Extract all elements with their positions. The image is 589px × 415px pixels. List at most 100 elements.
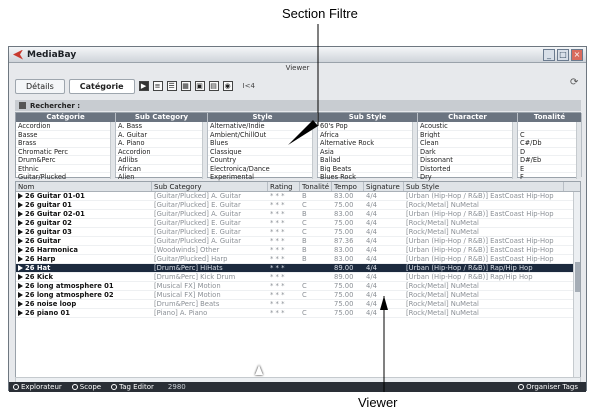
table-row[interactable]: 26 long atmosphere 02 [Musical FX] Motion… <box>16 291 580 300</box>
filter-column-scrollbar[interactable] <box>576 122 581 179</box>
scroll-thumb[interactable] <box>575 262 580 292</box>
filter-column-scrollbar[interactable] <box>312 122 317 179</box>
expand-triangle-icon[interactable] <box>18 301 23 307</box>
scope-label[interactable]: Scope <box>80 383 101 391</box>
filter-column-scrollbar[interactable] <box>512 122 517 179</box>
filter-item[interactable]: Alternative Rock <box>318 139 417 148</box>
minimize-button[interactable]: _ <box>543 49 555 61</box>
col-rating[interactable]: Rating <box>268 182 300 191</box>
filter-item[interactable]: A. Piano <box>116 139 207 148</box>
filter-item[interactable]: Blues <box>208 139 317 148</box>
filter-item[interactable]: Brass <box>16 139 115 148</box>
filter-column-scrollbar[interactable] <box>202 122 207 179</box>
filter-item[interactable]: 60's Pop <box>318 122 417 131</box>
vertical-scrollbar[interactable] <box>573 192 580 377</box>
filter-item[interactable]: A. Bass <box>116 122 207 131</box>
organize-label[interactable]: Organiser Tags <box>526 383 578 391</box>
table-row[interactable]: 26 Kick [Drum&Perc] Kick Drum * * * 89.00 4/… <box>16 273 580 282</box>
organize-tags-toggle[interactable]: Organiser Tags <box>514 382 578 392</box>
expand-triangle-icon[interactable] <box>18 265 23 271</box>
filter-item[interactable]: Dark <box>418 148 517 156</box>
search-bar[interactable]: Rechercher : <box>15 100 581 111</box>
expand-triangle-icon[interactable] <box>18 193 23 199</box>
table-row[interactable]: 26 Guitar 02-01 [Guitar/Plucked] A. Guita… <box>16 210 580 219</box>
expand-triangle-icon[interactable] <box>18 256 23 262</box>
filter-column-scrollbar[interactable] <box>110 122 115 179</box>
table-row[interactable]: 26 guitar 03 [Guitar/Plucked] E. Guitar * … <box>16 228 580 237</box>
expand-triangle-icon[interactable] <box>18 247 23 253</box>
expand-triangle-icon[interactable] <box>18 229 23 235</box>
expand-triangle-icon[interactable] <box>18 238 23 244</box>
filter-item[interactable] <box>518 122 581 131</box>
table-row[interactable]: 26 noise loop [Drum&Perc] Beats * * * 75.00… <box>16 300 580 309</box>
filter-item[interactable]: C#/Db <box>518 139 581 148</box>
filter-item[interactable]: African <box>116 165 207 173</box>
col-tonalite[interactable]: Tonalité <box>300 182 332 191</box>
col-tempo[interactable]: Tempo <box>332 182 364 191</box>
scope-radio[interactable] <box>71 384 78 390</box>
filter-column-header[interactable]: Style <box>208 113 317 122</box>
table-row[interactable]: 26 guitar 02 [Guitar/Plucked] E. Guitar * … <box>16 219 580 228</box>
expand-triangle-icon[interactable] <box>18 220 23 226</box>
filter-column-header[interactable]: Catégorie <box>16 113 115 122</box>
grid-icon[interactable]: ▦ <box>180 81 191 91</box>
tab-details[interactable]: Détails <box>15 78 65 94</box>
expand-triangle-icon[interactable] <box>18 202 23 208</box>
col-nom[interactable]: Nom <box>16 182 152 191</box>
col-sub-category[interactable]: Sub Category <box>152 182 268 191</box>
filter-item[interactable]: D#/Eb <box>518 156 581 165</box>
filter-item[interactable]: C <box>518 131 581 139</box>
table-row[interactable]: 26 piano 01 [Piano] A. Piano * * * C 75.00 4/… <box>16 309 580 318</box>
explorer-label[interactable]: Explorateur <box>21 383 62 391</box>
filter-item[interactable]: Ambient/ChillOut <box>208 131 317 139</box>
filter-item[interactable]: Distorted <box>418 165 517 173</box>
filter-item[interactable]: Basse <box>16 131 115 139</box>
filter-item[interactable]: A. Guitar <box>116 131 207 139</box>
col-signature[interactable]: Signature <box>364 182 404 191</box>
filter-item[interactable]: E <box>518 165 581 173</box>
filter-item[interactable]: Clean <box>418 139 517 148</box>
play-icon[interactable]: ▶ <box>138 81 149 91</box>
filter-item[interactable]: Classique <box>208 148 317 156</box>
filter-column-scrollbar[interactable] <box>412 122 417 179</box>
filter-icon[interactable]: ≡ <box>152 81 163 91</box>
expand-triangle-icon[interactable] <box>18 292 23 298</box>
table-row[interactable]: 26 Guitar [Guitar/Plucked] A. Guitar * * *… <box>16 237 580 246</box>
filter-item[interactable]: Alternative/Indie <box>208 122 317 131</box>
close-button[interactable]: × <box>571 49 583 61</box>
filter-item[interactable]: Acoustic <box>418 122 517 131</box>
filter-item[interactable]: Accordion <box>16 122 115 131</box>
tag-editor-label[interactable]: Tag Editor <box>119 383 154 391</box>
list-icon[interactable]: ☰ <box>166 81 177 91</box>
organize-radio[interactable] <box>518 384 525 390</box>
expand-triangle-icon[interactable] <box>18 211 23 217</box>
filter-column-header[interactable]: Sub Category <box>116 113 207 122</box>
table-row[interactable]: 26 long atmosphere 01 [Musical FX] Motion… <box>16 282 580 291</box>
tab-categorie[interactable]: Catégorie <box>68 78 135 94</box>
filter-item[interactable]: Accordion <box>116 148 207 156</box>
settings-icon[interactable]: ◉ <box>222 81 233 91</box>
prev-page-control[interactable]: I<4 <box>243 82 255 90</box>
tag-editor-radio[interactable] <box>111 384 118 390</box>
filter-item[interactable]: Ballad <box>318 156 417 165</box>
filter-item[interactable]: D <box>518 148 581 156</box>
table-row[interactable]: 26 Harmonica [Woodwinds] Other * * * B 83.00… <box>16 246 580 255</box>
filter-column-header[interactable]: Character <box>418 113 517 122</box>
table-row[interactable]: 26 Hat [Drum&Perc] HiHats * * * 89.00 4/4 [Ur… <box>16 264 580 273</box>
filter-item[interactable]: Drum&Perc <box>16 156 115 165</box>
maximize-button[interactable]: □ <box>557 49 569 61</box>
expand-triangle-icon[interactable] <box>18 310 23 316</box>
filter-item[interactable]: Asia <box>318 148 417 156</box>
table-row[interactable]: 26 Harp [Guitar/Plucked] Harp * * * B 83.00 4… <box>16 255 580 264</box>
table-row[interactable]: 26 Guitar 01-01 [Guitar/Plucked] A. Guita… <box>16 192 580 201</box>
preset-icon[interactable]: ▤ <box>208 81 219 91</box>
filter-item[interactable]: Country <box>208 156 317 165</box>
filter-item[interactable]: Chromatic Perc <box>16 148 115 156</box>
filter-item[interactable]: Big Beats <box>318 165 417 173</box>
filter-column-header[interactable]: Sub Style <box>318 113 417 122</box>
col-sub-style[interactable]: Sub Style <box>404 182 564 191</box>
filter-item[interactable]: Ethnic <box>16 165 115 173</box>
explorer-radio[interactable] <box>13 384 19 390</box>
filter-item[interactable]: Dissonant <box>418 156 517 165</box>
filter-column-header[interactable]: Tonalité <box>518 113 581 122</box>
